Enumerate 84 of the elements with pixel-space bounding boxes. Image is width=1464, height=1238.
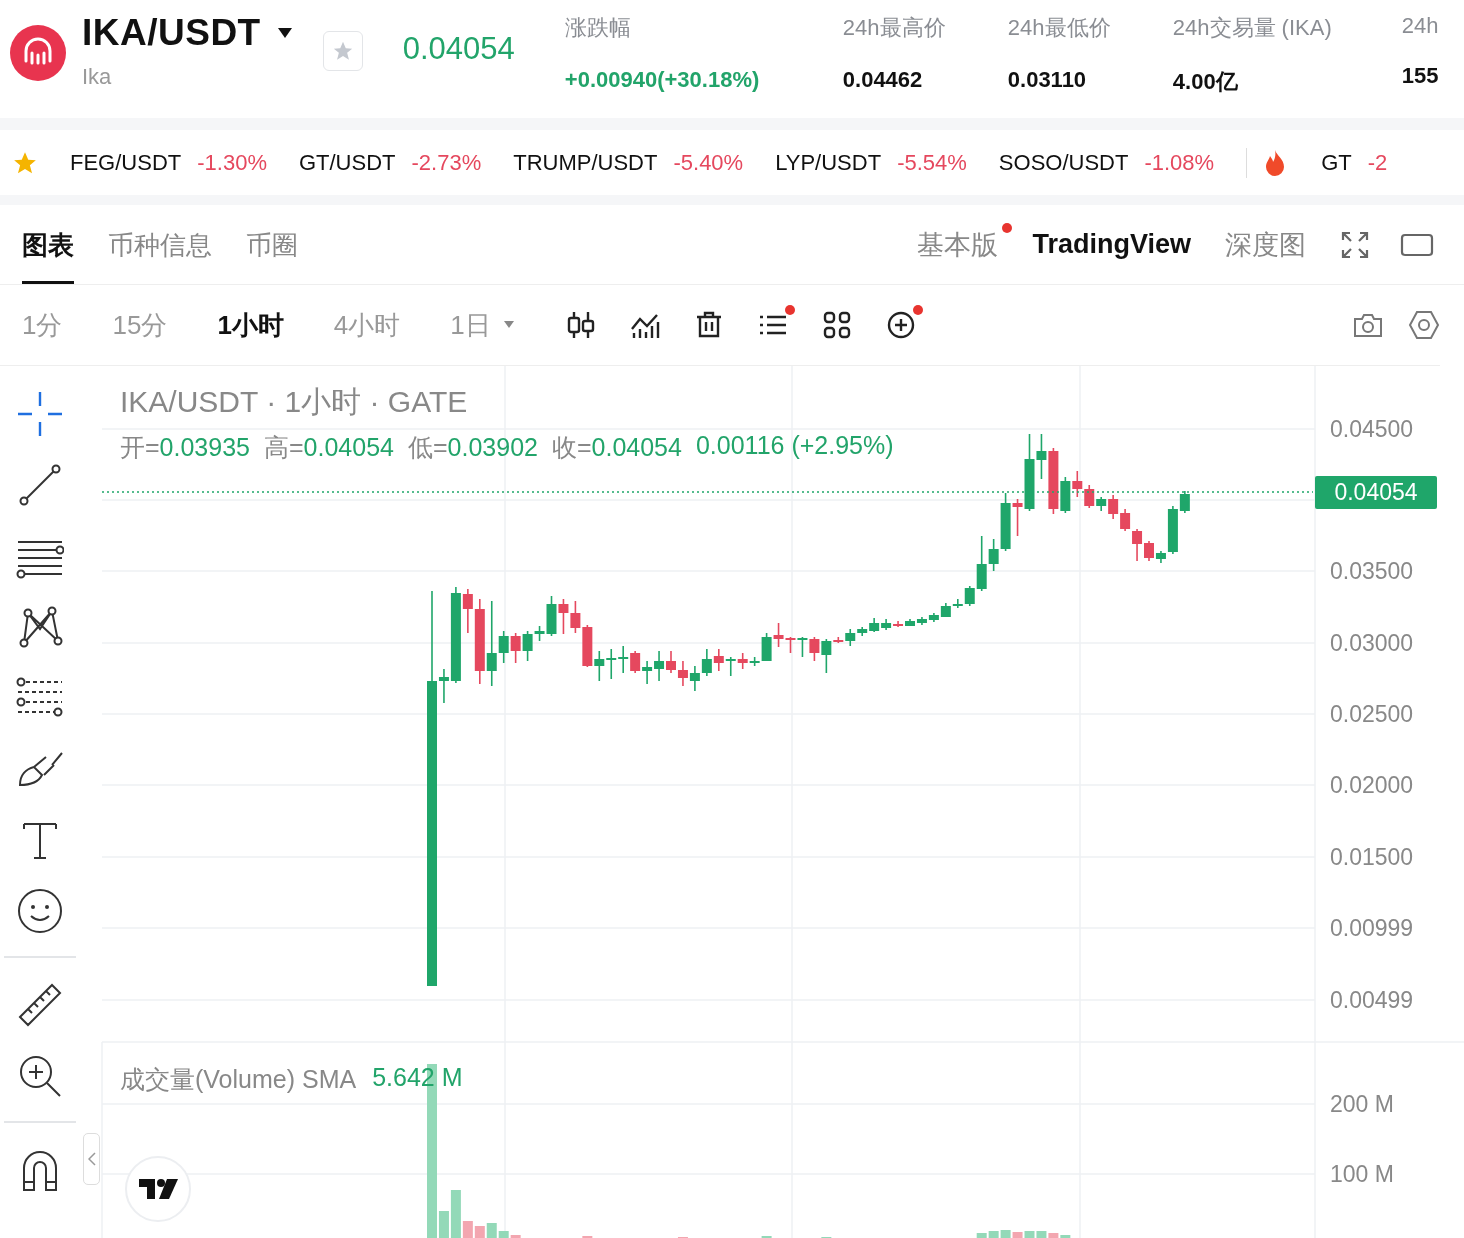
candle [940,602,951,617]
candle [558,598,569,635]
candle [928,612,939,623]
candle [594,650,605,682]
candle [642,660,653,685]
tab[interactable]: 币圈 [246,205,298,284]
stat-label: 涨跌幅 [564,14,632,42]
caret-icon[interactable] [276,27,293,39]
axis-label: 200 M [1330,1091,1394,1117]
candle [677,660,688,687]
candle [510,632,521,664]
stat-label: 24h最高价 [842,14,947,42]
candle [689,665,700,692]
ticker-pair[interactable]: GT/USDT [298,149,396,176]
view-tab[interactable]: TradingView [1032,229,1191,260]
pair-name[interactable]: IKA/USDT [82,12,261,54]
ticker-pair[interactable]: TRUMP/USDT [513,149,658,176]
candle [701,648,712,677]
axis-label: 0.01500 [1330,844,1414,870]
crosshair-icon[interactable] [16,390,64,438]
axis-label: 0.00499 [1330,987,1414,1013]
volume-label: 成交量(Volume) SMA [120,1064,357,1095]
chart-title: IKA/USDT · 1小时 · GATE [120,384,469,420]
interval-button[interactable]: 1小时 [217,307,284,343]
ohlc-value: 开=0.03935 [120,432,250,463]
ticker-change: -2 [1367,149,1388,176]
axis-label: 0.02000 [1330,772,1414,798]
ticker-change: -1.08% [1144,149,1215,176]
ticker-pair[interactable]: SOSO/USDT [998,149,1129,176]
stat-value: 0.04462 [842,67,924,93]
window-icon[interactable] [1400,231,1434,258]
axis-label: 0.03500 [1330,558,1414,584]
candle [797,636,808,658]
smiley-icon[interactable] [16,887,64,935]
tab[interactable]: 图表 [22,205,74,284]
coin-logo [10,25,66,81]
candle [582,624,593,668]
volume-bar [474,1226,485,1238]
candle [1120,508,1131,532]
candle [654,650,665,682]
candle [618,645,629,674]
collapse-handle[interactable] [83,1133,100,1185]
candle [570,600,581,634]
stat-value: +0.00940(+30.18%) [564,67,761,93]
last-price: 0.04054 [402,31,515,67]
fullscreen-icon[interactable] [1340,229,1370,260]
ruler-icon[interactable] [16,981,64,1029]
stat-label: 24h交易量 (IKA) [1172,14,1333,42]
ticker-pair[interactable]: LYP/USDT [775,149,882,176]
view-tab[interactable]: 基本版 [917,226,999,263]
ohlc-value: 收=0.04054 [551,432,682,463]
axis-label: 0.00999 [1330,915,1414,941]
change-value: 0.00116 (+2.95%) [695,431,894,461]
axis-label: 100 M [1330,1161,1394,1187]
last-price-tag: 0.04054 [1315,476,1437,509]
ticker-pair[interactable]: FEG/USDT [70,149,182,176]
ticker-change: -2.73% [411,149,482,176]
settings-icon[interactable] [1408,310,1440,340]
stat-value: 4.00亿 [1172,68,1239,96]
ticker-change: -5.54% [897,149,967,176]
candle [1072,470,1083,498]
ticker-change: -1.30% [197,149,267,176]
stat-value: 155 [1401,63,1439,89]
view-tab[interactable]: 深度图 [1225,226,1306,263]
ohlc-value: 高=0.04054 [264,432,394,463]
candle [916,616,927,626]
candle [666,650,676,674]
stat-label: 24h [1401,13,1439,39]
stat-label: 24h最低价 [1007,14,1112,42]
ohlc-value: 低=0.03902 [407,432,538,463]
candle [713,648,724,672]
stat-value: 0.03110 [1007,67,1088,93]
candle [630,650,641,674]
ticker-pair[interactable]: GT [1321,149,1352,176]
candle [725,656,736,677]
ticker-change: -5.40% [673,149,744,176]
volume-value: 5.642 M [372,1063,463,1093]
axis-label: 0.02500 [1330,701,1414,727]
coin-name: Ika [82,64,113,90]
tab[interactable]: 币种信息 [108,205,212,284]
candle [606,648,617,680]
axis-label: 0.03000 [1330,630,1414,656]
axis-label: 0.04500 [1330,416,1414,442]
candle [809,636,820,662]
